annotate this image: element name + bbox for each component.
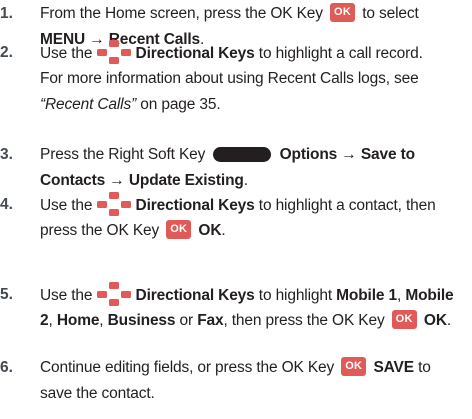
text: save the contact. [40,385,155,402]
ok-key-icon: OK [166,220,192,239]
text: , [48,312,53,329]
step-line: Use the Directional Keys to highlight a … [40,192,472,218]
ok-key-label: OK [334,6,352,18]
step-text: Continue editing fields, or press the OK… [40,355,472,407]
text: to [418,359,431,376]
step-number: 5. [0,286,13,303]
directional-keys-icon [96,192,131,216]
step-text: Use the Directional Keys to highlight a … [40,40,472,118]
directional-keys-label: Directional Keys [135,287,255,304]
step-number: 1. [0,5,13,22]
field-fax: Fax [197,312,224,329]
menu-path-update-existing: Update Existing [128,172,244,189]
text: on page 35. [140,96,221,113]
ok-key-label: OK [395,313,413,325]
step-line: From the Home screen, press the OK Key O… [40,1,472,27]
text: to highlight a contact, then [258,197,436,214]
directional-keys-icon [96,282,131,306]
step-line: “Recent Calls” on page 35. [40,92,472,118]
step-line: Continue editing fields, or press the OK… [40,355,472,381]
text: to highlight a call record. [258,45,423,62]
instruction-page: 1. From the Home screen, press the OK Ke… [0,0,472,419]
step-line: For more information about using Recent … [40,66,472,92]
ok-label: OK [423,312,447,329]
ok-key-icon: OK [341,357,367,376]
ok-key-icon: OK [391,310,417,329]
text: . [243,172,248,189]
ok-key-label: OK [345,360,363,372]
step-number: 3. [0,146,13,163]
text: Press the Right Soft Key [40,146,206,163]
text: From the Home screen, press the OK Key [40,5,323,22]
text: , then press the OK Key [223,312,385,329]
text: , [396,287,402,304]
field-home: Home [56,312,100,329]
directional-keys-label: Directional Keys [135,197,255,214]
step-number: 6. [0,359,13,376]
directional-keys-icon [96,40,131,64]
step-text: Press the Right Soft Key Options → Save … [40,142,472,194]
field-business: Business [107,312,176,329]
text: Continue editing fields, or press the OK… [40,359,335,376]
step-line: 2, Home, Business or Fax, then press the… [40,308,472,334]
menu-path-options: Options [279,146,338,163]
step-line: save the contact. [40,381,472,407]
text: Use the [40,287,93,304]
arrow-icon: → [109,172,125,189]
save-label: SAVE [373,359,414,376]
step-line: Contacts → Update Existing. [40,168,472,194]
field-mobile-1: Mobile 1 [336,287,397,304]
right-soft-key-icon [213,147,272,162]
cross-reference: “Recent Calls” [40,96,137,113]
menu-path-save-to: Save to [360,146,415,163]
text: . [446,312,452,329]
step-line: Use the Directional Keys to highlight Mo… [40,282,472,308]
step-number: 2. [0,44,13,61]
step-text: Use the Directional Keys to highlight Mo… [40,282,472,334]
field-mobile-2: Mobile [405,287,454,304]
text: to select [362,5,419,22]
text: For more information about using Recent … [40,70,419,87]
arrow-icon: → [341,146,357,163]
ok-key-icon: OK [330,3,356,22]
menu-path-contacts: Contacts [40,172,106,189]
step-line: Press the Right Soft Key Options → Save … [40,142,472,168]
text: , [99,312,104,329]
text: to highlight [258,287,332,304]
ok-key-label: OK [170,223,188,235]
directional-keys-label: Directional Keys [135,45,255,62]
text: . [221,222,226,239]
text: Use the [40,197,93,214]
ok-label: OK [198,222,222,239]
step-line: press the OK Key OK OK. [40,218,472,244]
step-number: 4. [0,196,13,213]
step-line: Use the Directional Keys to highlight a … [40,40,472,66]
step-text: Use the Directional Keys to highlight a … [40,192,472,244]
text: press the OK Key [40,222,160,239]
text: or [179,312,194,329]
